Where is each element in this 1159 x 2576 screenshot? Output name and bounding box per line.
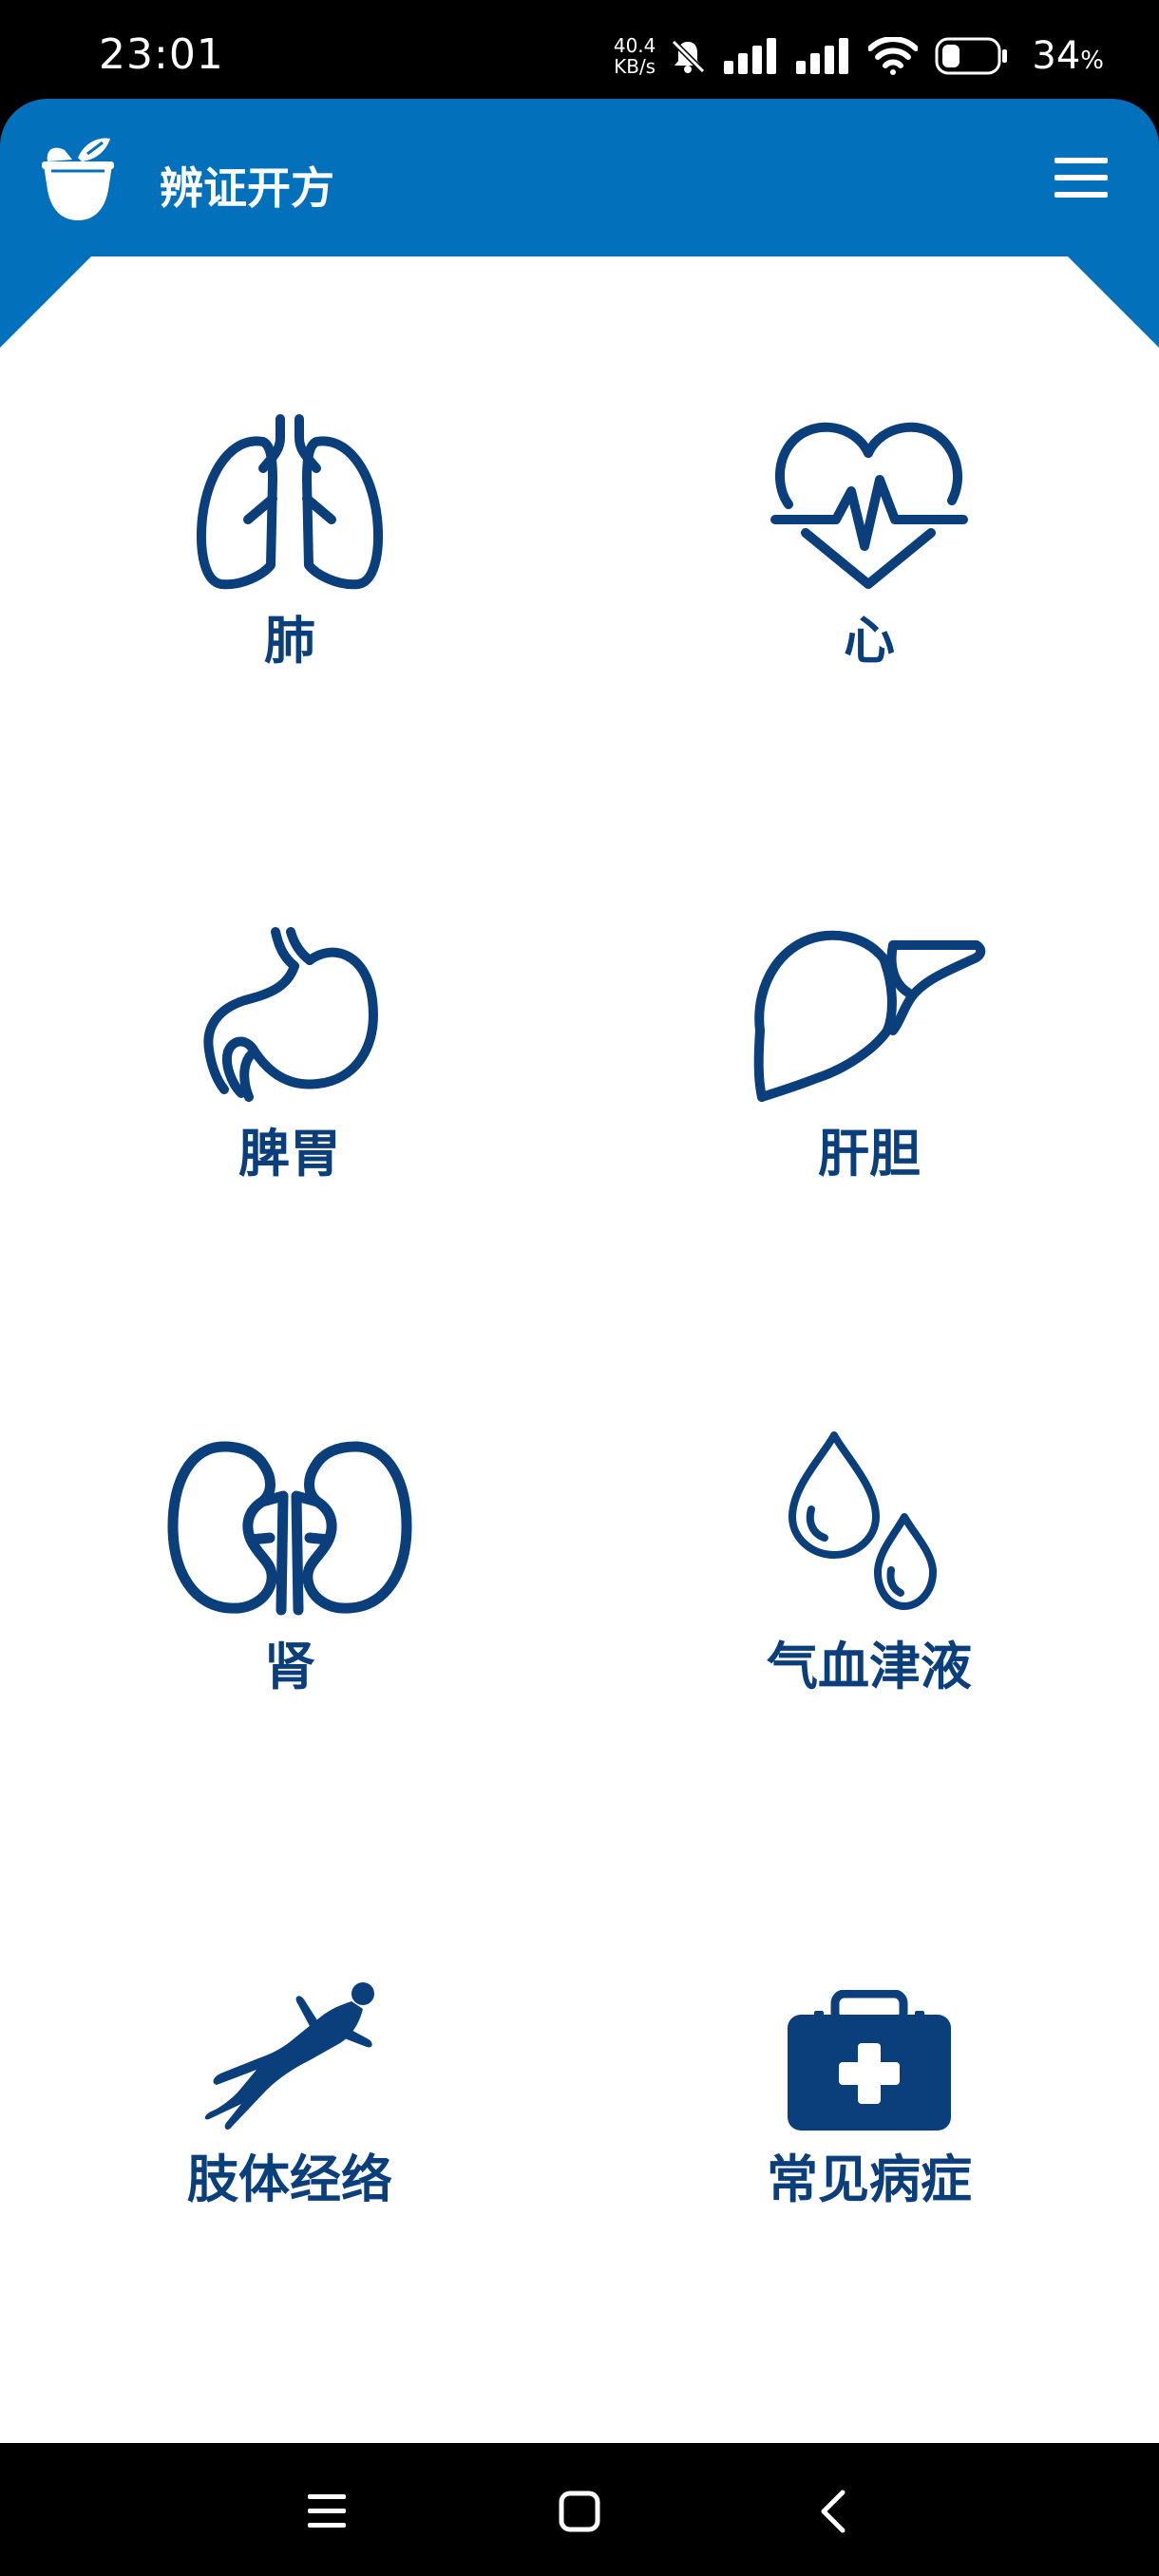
category-tile-qi-blood-fluids[interactable]: 气血津液 (580, 1282, 1159, 1795)
network-speed-value: 40.4 (613, 34, 656, 57)
category-label: 肾 (264, 1637, 315, 1696)
category-tile-kidney[interactable]: 肾 (0, 1282, 580, 1795)
lungs-icon (0, 366, 580, 594)
signal-strength-icon-2 (796, 38, 851, 74)
category-tile-liver-gallbladder[interactable]: 肝胆 (580, 769, 1159, 1282)
recent-apps-icon[interactable] (296, 2481, 357, 2542)
category-tile-spleen-stomach[interactable]: 脾胃 (0, 769, 580, 1282)
first-aid-kit-icon (580, 1904, 1159, 2132)
category-tile-lungs[interactable]: 肺 (0, 256, 580, 769)
battery-icon (935, 37, 1009, 75)
heart-pulse-icon (580, 366, 1159, 594)
category-label: 肝胆 (818, 1124, 921, 1184)
home-icon[interactable] (549, 2481, 610, 2542)
status-time: 23:01 (99, 30, 224, 79)
category-tile-limbs-meridians[interactable]: 肢体经络 (0, 1795, 580, 2308)
mute-bell-icon (669, 37, 707, 75)
hamburger-menu-icon[interactable] (1054, 156, 1110, 199)
kidneys-icon (0, 1392, 580, 1619)
wifi-icon (868, 37, 919, 75)
mortar-herb-icon (40, 133, 116, 224)
status-bar: 23:01 40.4 KB/s 34 % (0, 0, 1159, 104)
category-label: 心 (844, 611, 895, 671)
liver-icon (580, 879, 1159, 1107)
battery-percentage: 34 % (1032, 34, 1104, 78)
app-title: 辨证开方 (160, 162, 334, 214)
category-label: 常见病症 (767, 2150, 972, 2209)
back-icon[interactable] (802, 2481, 863, 2542)
category-label: 肺 (264, 611, 315, 671)
category-panel: 肺 心 脾胃 肝胆 肾 气血津液 肢体经络 常见病症 (0, 256, 1159, 2443)
battery-percent-sign: % (1080, 47, 1104, 75)
status-icons: 40.4 KB/s 34 % (614, 27, 1104, 85)
system-nav-bar (0, 2443, 1159, 2576)
category-label: 脾胃 (238, 1124, 341, 1184)
app-screen: 23:01 40.4 KB/s 34 % 辨证开方 肺 心 脾胃 肝胆 肾 气血… (0, 0, 1159, 2576)
network-speed: 40.4 KB/s (614, 35, 656, 77)
category-label: 气血津液 (767, 1637, 972, 1696)
category-label: 肢体经络 (187, 2150, 392, 2209)
water-drops-icon (580, 1392, 1159, 1619)
category-grid: 肺 心 脾胃 肝胆 肾 气血津液 肢体经络 常见病症 (0, 256, 1159, 2443)
battery-percent-value: 34 (1032, 34, 1081, 78)
category-tile-heart[interactable]: 心 (580, 256, 1159, 769)
signal-strength-icon (724, 38, 779, 74)
category-tile-common-diseases[interactable]: 常见病症 (580, 1795, 1159, 2308)
network-speed-unit: KB/s (614, 55, 656, 78)
human-body-icon (0, 1904, 580, 2132)
stomach-icon (0, 879, 580, 1107)
